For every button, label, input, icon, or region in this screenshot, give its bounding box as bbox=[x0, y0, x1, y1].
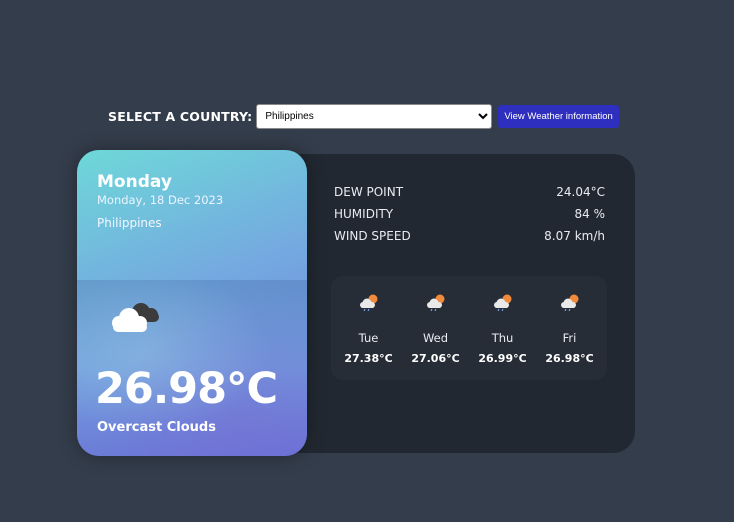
date-text: Monday, 18 Dec 2023 bbox=[97, 193, 224, 207]
sun-cloud-rain-icon bbox=[359, 294, 377, 311]
location-text: Philippines bbox=[97, 216, 162, 230]
country-selector: SELECT A COUNTRY: Philippines View Weath… bbox=[108, 104, 619, 129]
detail-row-humidity: HUMIDITY 84 % bbox=[334, 203, 605, 225]
country-select-label: SELECT A COUNTRY: bbox=[108, 109, 253, 124]
forecast-temp: 27.06°C bbox=[411, 352, 460, 365]
sun-cloud-rain-icon bbox=[426, 294, 444, 311]
sun-cloud-rain-icon bbox=[560, 294, 578, 311]
detail-label: WIND SPEED bbox=[334, 229, 411, 243]
detail-row-wind-speed: WIND SPEED 8.07 km/h bbox=[334, 225, 605, 247]
detail-value: 84 % bbox=[574, 207, 606, 221]
forecast-temp: 26.99°C bbox=[478, 352, 527, 365]
forecast-day-name: Wed bbox=[422, 331, 449, 345]
forecast-temp: 26.98°C bbox=[545, 352, 594, 365]
forecast-day-name: Thu bbox=[491, 331, 514, 345]
detail-value: 8.07 km/h bbox=[544, 229, 605, 243]
cloud-icon bbox=[107, 298, 163, 334]
current-temperature: 26.98°C bbox=[95, 364, 278, 414]
forecast-strip: Tue 27.38°C Wed 27.06°C Thu 26.99°C Fri bbox=[331, 276, 607, 380]
detail-label: DEW POINT bbox=[334, 185, 404, 199]
forecast-day-name: Fri bbox=[562, 331, 577, 345]
weather-details: DEW POINT 24.04°C HUMIDITY 84 % WIND SPE… bbox=[334, 181, 605, 247]
view-weather-button[interactable]: View Weather information bbox=[498, 105, 619, 128]
detail-row-dew-point: DEW POINT 24.04°C bbox=[334, 181, 605, 203]
country-select[interactable]: Philippines bbox=[256, 104, 493, 129]
forecast-day-wed: Wed 27.06°C bbox=[404, 276, 468, 380]
detail-value: 24.04°C bbox=[556, 185, 605, 199]
forecast-temp: 27.38°C bbox=[344, 352, 393, 365]
forecast-day-fri: Fri 26.98°C bbox=[538, 276, 602, 380]
current-weather-card: Monday Monday, 18 Dec 2023 Philippines 2… bbox=[77, 150, 307, 456]
forecast-day-thu: Thu 26.99°C bbox=[471, 276, 535, 380]
forecast-day-tue: Tue 27.38°C bbox=[337, 276, 401, 380]
sun-cloud-rain-icon bbox=[493, 294, 511, 311]
day-name: Monday bbox=[97, 172, 172, 192]
weather-condition: Overcast Clouds bbox=[97, 420, 216, 435]
forecast-day-name: Tue bbox=[358, 331, 379, 345]
detail-label: HUMIDITY bbox=[334, 207, 394, 221]
